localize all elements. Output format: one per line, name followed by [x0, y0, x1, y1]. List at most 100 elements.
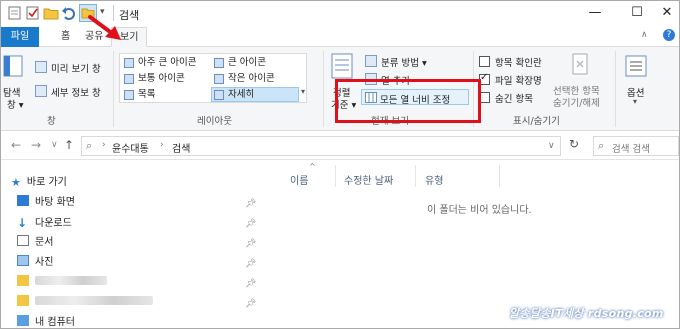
tab-home[interactable]: 홈	[53, 27, 78, 47]
folder-icon	[17, 295, 29, 306]
group-by-button[interactable]: 분류 방법 ▾	[381, 55, 427, 69]
column-divider[interactable]	[499, 165, 500, 187]
hide-selected-label-2[interactable]: 숨기기/해제	[553, 95, 600, 109]
documents-icon	[17, 235, 29, 246]
red-arrow-icon	[88, 15, 121, 40]
layout-item-label: 목록	[138, 89, 156, 100]
computer-icon	[17, 315, 29, 326]
item-checkboxes-checkbox[interactable]	[479, 56, 490, 67]
nav-item-label: 사진	[35, 257, 54, 268]
layout-large-icons[interactable]: 큰 아이콘	[212, 56, 266, 70]
breadcrumb-item[interactable]: 윤수대통	[112, 140, 149, 155]
close-button[interactable]: ✕	[647, 4, 679, 24]
column-header-name[interactable]: 이름	[290, 172, 308, 187]
layout-medium-icons[interactable]: 보통 아이콘	[122, 72, 185, 86]
sort-by-icon[interactable]	[331, 53, 353, 79]
options-chevron-icon[interactable]: ▾	[633, 97, 637, 106]
file-extensions-label[interactable]: 파일 확장명	[495, 73, 542, 87]
layout-item-label: 큰 아이콘	[228, 57, 266, 68]
nav-item-label: 문서	[35, 237, 54, 248]
pin-icon[interactable]: 📌︎	[245, 239, 256, 249]
pin-icon[interactable]: 📌︎	[245, 199, 256, 209]
refresh-icon[interactable]: ↻	[569, 137, 579, 151]
pin-icon[interactable]: 📌︎	[245, 299, 256, 309]
search-box[interactable]: ⌕ 검색 검색	[593, 136, 679, 156]
item-checkboxes-label[interactable]: 항목 확인란	[495, 55, 542, 69]
details-icon	[214, 90, 224, 100]
tab-file[interactable]: 파일	[1, 27, 39, 47]
nav-item-pictures[interactable]: 사진	[17, 253, 53, 273]
nav-item-blurred[interactable]	[17, 273, 107, 293]
nav-item-downloads[interactable]: ↓ 다운로드	[17, 213, 72, 233]
nav-item-this-pc[interactable]: 내 컴퓨터	[17, 313, 75, 328]
layout-group-label: 레이아웃	[197, 116, 232, 127]
nav-item-blurred[interactable]	[17, 293, 153, 313]
ribbon-separator	[615, 51, 616, 127]
blurred-label	[35, 296, 153, 305]
details-pane-button[interactable]: 세부 정보 창	[51, 85, 101, 99]
empty-folder-message: 이 폴더는 비어 있습니다.	[427, 205, 532, 216]
column-divider[interactable]	[415, 165, 416, 187]
properties-icon[interactable]	[7, 5, 23, 21]
preview-pane-button[interactable]: 미리 보기 창	[51, 61, 101, 75]
new-folder-icon[interactable]	[43, 5, 59, 21]
column-header-type[interactable]: 유형	[425, 172, 443, 187]
recent-locations-chevron-icon[interactable]: ∨	[51, 140, 58, 150]
layout-small-icons[interactable]: 작은 아이콘	[212, 72, 275, 86]
forward-icon[interactable]: →	[31, 138, 41, 152]
address-row: ← → ∨ ↑ ⌕ › 윤수대통 › 검색 ∨ ↻ ⌕ 검색 검색	[1, 132, 679, 160]
back-icon[interactable]: ←	[11, 138, 21, 152]
quick-access-item[interactable]: ★ 바로 가기	[11, 173, 67, 193]
minimize-button[interactable]: —	[575, 4, 615, 24]
undo-icon[interactable]	[61, 5, 77, 21]
navigation-pane-label-2[interactable]: 창 ▾	[7, 97, 24, 111]
nav-item-label: 바로 가기	[26, 177, 67, 188]
column-header-date-modified[interactable]: 수정한 날짜	[344, 172, 393, 187]
navigation-pane-icon[interactable]	[3, 55, 23, 77]
list-icon	[124, 90, 134, 100]
large-icons-icon	[214, 58, 224, 68]
layout-list[interactable]: 목록	[122, 88, 155, 102]
up-icon[interactable]: ↑	[64, 138, 74, 152]
layout-more-chevron-icon[interactable]: ▾	[301, 87, 305, 96]
layout-extra-large-icons[interactable]: 아주 큰 아이콘	[122, 56, 196, 70]
group-by-icon[interactable]	[365, 55, 377, 67]
address-dropdown-chevron-icon[interactable]: ∨	[548, 141, 555, 151]
search-icon: ⌕	[598, 139, 605, 152]
pin-icon[interactable]: 📌︎	[245, 219, 256, 229]
highlight-box	[335, 79, 481, 123]
layout-item-label: 아주 큰 아이콘	[138, 57, 197, 68]
show-hide-group-label: 표시/숨기기	[513, 116, 560, 127]
hide-selected-icon[interactable]	[571, 53, 591, 77]
panes-group-label: 창	[47, 116, 56, 127]
search-input[interactable]: 검색 검색	[612, 141, 650, 155]
layout-item-label: 보통 아이콘	[138, 73, 185, 84]
navigation-pane: ★ 바로 가기 바탕 화면 📌︎ ↓ 다운로드 📌︎ 문서 📌︎ 사진 📌︎ 📌︎ …	[1, 161, 263, 328]
blurred-label	[35, 276, 107, 285]
help-icon[interactable]: ?	[663, 29, 675, 41]
hidden-items-label[interactable]: 숨긴 항목	[495, 91, 533, 105]
pin-icon[interactable]: 📌︎	[245, 279, 256, 289]
details-pane-icon[interactable]	[35, 85, 47, 97]
breadcrumb-chevron-icon[interactable]: ›	[102, 140, 106, 150]
ribbon-separator	[323, 51, 324, 127]
pin-icon[interactable]: 📌︎	[245, 259, 256, 269]
layout-item-label: 자세히	[228, 89, 255, 100]
collapse-ribbon-icon[interactable]: ∧	[641, 30, 648, 40]
layout-gallery: 아주 큰 아이콘 큰 아이콘 보통 아이콘 작은 아이콘 목록 자세히	[119, 53, 307, 103]
nav-item-documents[interactable]: 문서	[17, 233, 53, 253]
column-divider[interactable]	[335, 165, 336, 187]
checklist-icon[interactable]	[25, 5, 41, 21]
small-icons-icon	[214, 74, 224, 84]
pictures-icon	[17, 255, 29, 266]
options-icon[interactable]	[625, 55, 647, 77]
nav-item-desktop[interactable]: 바탕 화면	[17, 193, 75, 213]
preview-pane-icon[interactable]	[35, 61, 47, 73]
nav-item-label: 바탕 화면	[35, 197, 75, 208]
breadcrumb-item[interactable]: 검색	[172, 140, 190, 155]
address-bar[interactable]: ⌕ › 윤수대통 › 검색 ∨	[81, 136, 561, 156]
watermark-text: 알송달송IT세상 rdsong.com	[509, 307, 664, 320]
layout-details[interactable]: 자세히	[211, 87, 299, 102]
breadcrumb-chevron-icon[interactable]: ›	[160, 140, 164, 150]
extra-large-icons-icon	[124, 58, 134, 68]
